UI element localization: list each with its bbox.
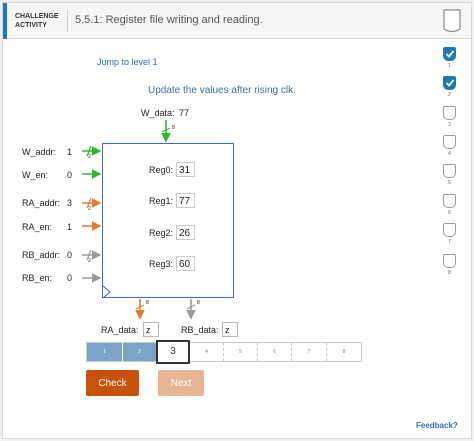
ra-data-label: RA_data: — [101, 325, 139, 335]
ra-data-bus-width: 8 — [146, 300, 149, 306]
level-progress-bar: 1 2 3 4 5 6 7 8 — [86, 340, 362, 364]
progress-segment-8[interactable]: 8 — [327, 343, 361, 361]
feedback-link[interactable]: Feedback? — [416, 421, 458, 430]
circuit-wires — [82, 120, 196, 320]
rb-data-label: RB_data: — [181, 325, 219, 335]
check-button[interactable]: Check — [86, 370, 139, 396]
progress-segment-4[interactable]: 4 — [190, 343, 224, 361]
rb-data-value: z — [222, 322, 238, 337]
progress-segment-2[interactable]: 2 — [123, 343, 157, 361]
progress-segment-7[interactable]: 7 — [292, 343, 327, 361]
ra-data-value: z — [143, 322, 159, 337]
progress-segment-5[interactable]: 5 — [224, 343, 258, 361]
progress-segment-6[interactable]: 6 — [258, 343, 292, 361]
progress-segment-3[interactable]: 3 — [156, 340, 190, 364]
next-button[interactable]: Next — [158, 370, 204, 396]
rb-data-bus-width: 8 — [197, 300, 200, 306]
clock-input-triangle — [102, 285, 111, 299]
progress-segment-1[interactable]: 1 — [87, 343, 123, 361]
